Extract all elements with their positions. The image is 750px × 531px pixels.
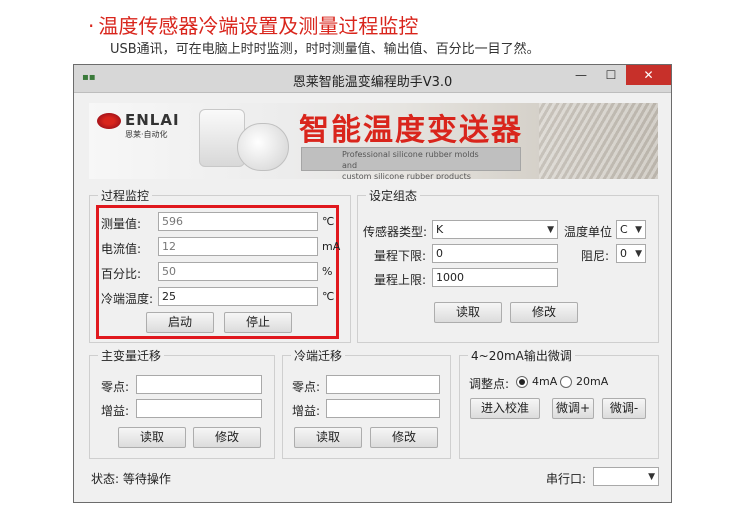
cold-zero-field[interactable] xyxy=(326,375,440,394)
chevron-down-icon: ▼ xyxy=(547,225,554,235)
main-zero-label: 零点: xyxy=(101,380,130,394)
cold-junction-temp-label: 冷端温度: xyxy=(101,292,154,306)
main-zero-field[interactable] xyxy=(136,375,262,394)
temp-unit-label: 温度单位 xyxy=(564,225,613,239)
banner-tagline: Professional silicone rubber molds and c… xyxy=(301,147,521,179)
banner-decoration xyxy=(539,103,658,179)
brand-name-cn: 恩莱·自动化 xyxy=(125,130,168,139)
config-read-button[interactable]: 读取 xyxy=(434,302,502,323)
config-modify-button[interactable]: 修改 xyxy=(510,302,578,323)
app-window: ▪▪ 恩莱智能温变编程助手V3.0 — ☐ ✕ ENLAI 恩莱·自动化 智能温… xyxy=(73,64,672,503)
radio-20ma-label: 20mA xyxy=(576,375,609,388)
group-label: 主变量迁移 xyxy=(98,347,165,364)
sensor-type-label: 传感器类型: xyxy=(363,225,428,239)
current-value-label: 电流值: xyxy=(101,242,142,256)
cold-modify-button[interactable]: 修改 xyxy=(370,427,438,448)
radio-4ma[interactable] xyxy=(516,376,528,388)
close-button[interactable]: ✕ xyxy=(626,65,671,85)
fine-tune-up-button[interactable]: 微调+ xyxy=(552,398,594,419)
group-label: 冷端迁移 xyxy=(291,347,346,364)
chevron-down-icon: ▼ xyxy=(648,472,655,482)
cold-junction-temp-field[interactable]: 25 xyxy=(158,287,318,306)
stop-button[interactable]: 停止 xyxy=(224,312,292,333)
range-low-label: 量程下限: xyxy=(374,249,427,263)
main-gain-field[interactable] xyxy=(136,399,262,418)
measured-value-unit: ℃ xyxy=(322,215,335,228)
status-text: 状态: 等待操作 xyxy=(91,472,171,486)
range-high-field[interactable]: 1000 xyxy=(432,268,558,287)
measured-value-label: 测量值: xyxy=(101,217,142,231)
serial-port-label: 串行口: xyxy=(546,472,587,486)
cold-junction-temp-unit: ℃ xyxy=(322,290,335,303)
brand-name: ENLAI xyxy=(125,111,180,129)
group-label: 过程监控 xyxy=(98,187,153,204)
brand-logo: ENLAI 恩莱·自动化 xyxy=(97,111,197,139)
radio-20ma[interactable] xyxy=(560,376,572,388)
chevron-down-icon: ▼ xyxy=(635,225,642,235)
logo-mark-icon xyxy=(97,113,121,129)
title-bar[interactable]: ▪▪ 恩莱智能温变编程助手V3.0 — ☐ ✕ xyxy=(74,65,671,93)
cold-gain-label: 增益: xyxy=(292,404,321,418)
damping-label: 阻尼: xyxy=(581,249,610,263)
main-read-button[interactable]: 读取 xyxy=(118,427,186,448)
percent-label: 百分比: xyxy=(101,267,142,281)
temp-unit-select[interactable]: C ▼ xyxy=(616,220,646,239)
radio-4ma-label: 4mA xyxy=(532,375,558,388)
cold-zero-label: 零点: xyxy=(292,380,321,394)
percent-unit: % xyxy=(322,265,333,278)
maximize-button[interactable]: ☐ xyxy=(597,65,625,85)
cold-gain-field[interactable] xyxy=(326,399,440,418)
page-heading: · 温度传感器冷端设置及测量过程监控 xyxy=(88,14,419,38)
page-heading-text: 温度传感器冷端设置及测量过程监控 xyxy=(98,14,419,38)
range-high-label: 量程上限: xyxy=(374,273,427,287)
enter-calibration-button[interactable]: 进入校准 xyxy=(470,398,540,419)
chevron-down-icon: ▼ xyxy=(635,249,642,259)
damping-select[interactable]: 0 ▼ xyxy=(616,244,646,263)
group-label: 设定组态 xyxy=(366,187,421,204)
minimize-button[interactable]: — xyxy=(567,65,595,85)
group-label: 4~20mA输出微调 xyxy=(468,347,575,364)
page-subtitle: USB通讯，可在电脑上时时监测，时时测量值、输出值、百分比一目了然。 xyxy=(110,42,540,57)
banner-title: 智能温度变送器 xyxy=(299,113,523,148)
product-banner: ENLAI 恩莱·自动化 智能温度变送器 Professional silico… xyxy=(89,103,658,179)
main-gain-label: 增益: xyxy=(101,404,130,418)
fine-tune-down-button[interactable]: 微调- xyxy=(602,398,646,419)
percent-field[interactable]: 50 xyxy=(158,262,318,281)
current-value-field[interactable]: 12 xyxy=(158,237,318,256)
cold-read-button[interactable]: 读取 xyxy=(294,427,362,448)
serial-port-select[interactable]: ▼ xyxy=(593,467,659,486)
range-low-field[interactable]: 0 xyxy=(432,244,558,263)
product-image xyxy=(237,123,289,171)
start-button[interactable]: 启动 xyxy=(146,312,214,333)
current-value-unit: mA xyxy=(322,240,341,253)
sensor-type-select[interactable]: K ▼ xyxy=(432,220,558,239)
measured-value-field[interactable]: 596 xyxy=(158,212,318,231)
adjust-point-label: 调整点: xyxy=(469,377,510,391)
main-modify-button[interactable]: 修改 xyxy=(193,427,261,448)
